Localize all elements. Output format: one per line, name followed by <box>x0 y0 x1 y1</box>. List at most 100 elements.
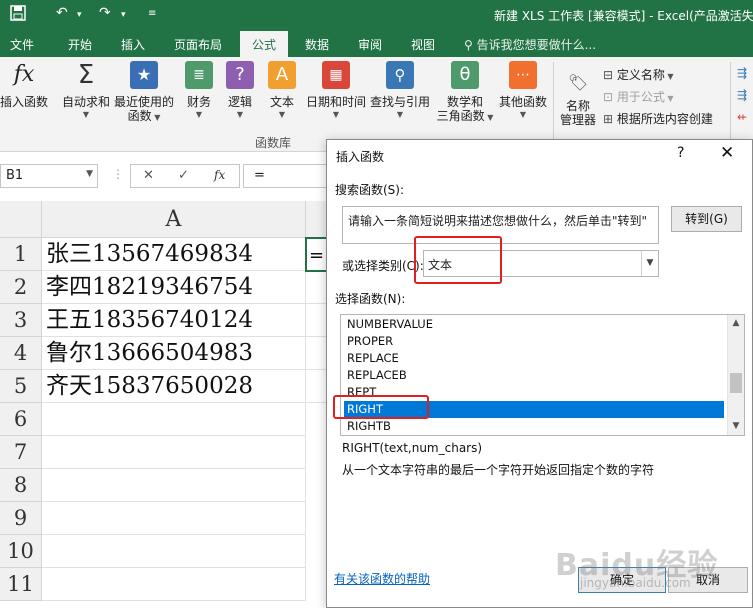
cell-a7[interactable] <box>42 436 306 469</box>
list-item[interactable]: REPLACEB <box>344 367 724 384</box>
logical-label: 逻辑 <box>227 95 252 109</box>
tell-me-box[interactable]: ⚲ 告诉我您想要做什么... <box>464 36 596 53</box>
define-name-button[interactable]: ⊟ 定义名称 ▼ <box>603 66 674 83</box>
tab-formulas[interactable]: 公式 <box>240 31 289 57</box>
row-header[interactable]: 8 <box>0 469 42 502</box>
row-header[interactable]: 11 <box>0 568 42 601</box>
list-item[interactable]: PROPER <box>344 333 724 350</box>
help-icon[interactable]: ? <box>677 145 684 161</box>
fx-icon: fx <box>13 62 35 87</box>
cancel-icon[interactable]: ✕ <box>143 168 154 183</box>
text-button[interactable]: A 文本 ▼ <box>266 61 298 119</box>
tab-page-layout[interactable]: 页面布局 <box>174 36 222 53</box>
list-item[interactable]: RIGHTB <box>344 418 724 435</box>
undo-dropdown-icon[interactable]: ▾ <box>77 10 82 20</box>
go-button[interactable]: 转到(G) <box>671 206 742 232</box>
cell-b4[interactable] <box>306 337 328 370</box>
date-time-button[interactable]: ▦ 日期和时间 ▼ <box>304 61 368 119</box>
row-header[interactable]: 9 <box>0 502 42 535</box>
create-from-selection-icon: ⊞ <box>603 112 617 126</box>
select-function-label: 选择函数(N): <box>335 292 406 306</box>
row-header[interactable]: 7 <box>0 436 42 469</box>
scrollbar-thumb[interactable] <box>730 373 742 393</box>
autosum-button[interactable]: Σ 自动求和 ▼ <box>60 61 112 119</box>
cell-a4[interactable]: 鲁尔13666504983 <box>42 337 306 370</box>
insert-function-button[interactable]: fx 插入函数 <box>0 61 48 109</box>
cell-a2[interactable]: 李四18219346754 <box>42 271 306 304</box>
more-functions-button[interactable]: ⋯ 其他函数 ▼ <box>496 61 550 119</box>
trace-icon[interactable]: ⇶ <box>737 66 747 80</box>
lookup-reference-button[interactable]: ⚲ 查找与引用 ▼ <box>368 61 432 119</box>
text-label: 文本 <box>269 95 294 109</box>
list-item[interactable]: NUMBERVALUE <box>344 316 724 333</box>
cell-b2[interactable] <box>306 271 328 304</box>
cell-a10[interactable] <box>42 535 306 568</box>
tab-data[interactable]: 数据 <box>305 36 329 53</box>
coins-icon: ≣ <box>185 61 213 89</box>
row-header[interactable]: 4 <box>0 337 42 370</box>
magnifier-book-icon: ⚲ <box>386 61 414 89</box>
chevron-down-icon: ▼ <box>332 110 340 119</box>
undo-icon[interactable]: ↶ <box>56 5 68 21</box>
logical-button[interactable]: ? 逻辑 ▼ <box>224 61 256 119</box>
tab-file[interactable]: 文件 <box>10 36 34 53</box>
cell-a8[interactable] <box>42 469 306 502</box>
cell-a9[interactable] <box>42 502 306 535</box>
tab-insert[interactable]: 插入 <box>121 36 145 53</box>
question-book-icon: ? <box>226 61 254 89</box>
chevron-down-icon: ▼ <box>519 110 527 119</box>
cell-a1[interactable]: 张三13567469834 <box>42 238 306 271</box>
recently-used-label-2: 函数 <box>127 109 152 123</box>
text-a-icon: A <box>268 61 296 89</box>
save-icon[interactable] <box>10 5 26 25</box>
close-icon[interactable]: ✕ <box>720 143 734 163</box>
window-title: 新建 XLS 工作表 [兼容模式] - Excel(产品激活失 <box>494 9 753 23</box>
insert-function-label: 插入函数 <box>0 95 49 109</box>
select-all-corner[interactable] <box>0 201 42 238</box>
use-in-formula-label: 用于公式 <box>616 90 665 104</box>
chevron-down-icon[interactable]: ▼ <box>86 169 93 179</box>
row-header[interactable]: 10 <box>0 535 42 568</box>
list-item[interactable]: REPLACE <box>344 350 724 367</box>
insert-function-icon[interactable]: fx <box>214 168 225 182</box>
tab-review[interactable]: 审阅 <box>358 36 382 53</box>
scroll-up-icon[interactable]: ▲ <box>728 315 744 332</box>
scroll-down-icon[interactable]: ▼ <box>728 418 744 435</box>
recently-used-button[interactable]: ★ 最近使用的 函数 ▼ <box>112 61 176 125</box>
remove-arrows-icon[interactable]: ⇷ <box>737 110 747 124</box>
chevron-down-icon[interactable]: ▼ <box>641 251 658 276</box>
cell-a5[interactable]: 齐天15837650028 <box>42 370 306 403</box>
customize-qat-icon[interactable]: ≡ <box>148 8 156 19</box>
name-box[interactable]: B1 ▼ <box>0 164 98 188</box>
name-manager-button[interactable]: 🏷 名称 管理器 <box>558 69 598 127</box>
formula-input[interactable]: = <box>243 164 333 188</box>
row-header[interactable]: 3 <box>0 304 42 337</box>
function-help-link[interactable]: 有关该函数的帮助 <box>334 570 430 587</box>
tab-home[interactable]: 开始 <box>68 36 92 53</box>
row-header[interactable]: 6 <box>0 403 42 436</box>
tab-view[interactable]: 视图 <box>411 36 435 53</box>
use-in-formula-button[interactable]: ⊡ 用于公式 ▼ <box>603 88 674 105</box>
trace-dependents-icon[interactable]: ⇶ <box>737 88 747 102</box>
cell-a11[interactable] <box>42 568 306 601</box>
create-from-selection-button[interactable]: ⊞ 根据所选内容创建 <box>603 110 713 127</box>
row-header[interactable]: 2 <box>0 271 42 304</box>
math-trig-label: 数学和 三角函数 ▼ <box>436 95 494 123</box>
more-functions-label: 其他函数 <box>498 95 547 109</box>
insert-function-dialog: 插入函数 ? ✕ 搜索函数(S): 请输入一条简短说明来描述您想做什么，然后单击… <box>326 139 753 608</box>
tag-icon: 🏷 <box>567 73 589 92</box>
redo-dropdown-icon[interactable]: ▾ <box>121 10 126 20</box>
row-header[interactable]: 5 <box>0 370 42 403</box>
redo-icon[interactable]: ↷ <box>99 5 111 21</box>
cell-b3[interactable] <box>306 304 328 337</box>
function-list-scrollbar[interactable]: ▲ ▼ <box>727 315 744 435</box>
cell-a6[interactable] <box>42 403 306 436</box>
enter-icon[interactable]: ✓ <box>178 168 189 183</box>
math-trig-button[interactable]: θ 数学和 三角函数 ▼ <box>434 61 496 125</box>
column-header-a[interactable]: A <box>42 201 306 238</box>
cell-a3[interactable]: 王五18356740124 <box>42 304 306 337</box>
lightbulb-icon: ⚲ <box>464 38 477 52</box>
financial-button[interactable]: ≣ 财务 ▼ <box>182 61 216 119</box>
row-header[interactable]: 1 <box>0 238 42 271</box>
cell-b5[interactable] <box>306 370 328 403</box>
